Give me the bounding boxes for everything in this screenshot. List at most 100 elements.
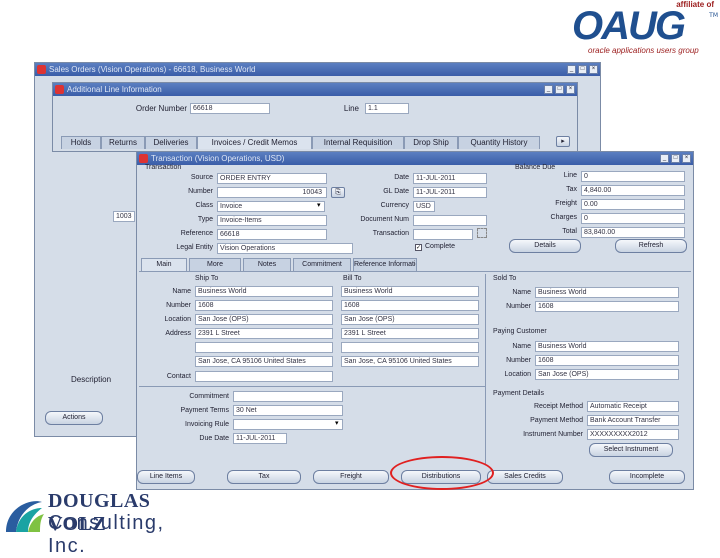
currency-field[interactable]: USD bbox=[413, 201, 435, 212]
due-date-field[interactable]: 11-JUL-2011 bbox=[233, 433, 287, 444]
bill-address-field[interactable]: 2391 L Street bbox=[341, 328, 479, 339]
tab-invoices-credit-memos[interactable]: Invoices / Credit Memos bbox=[197, 136, 312, 149]
legal-entity-field[interactable]: Vision Operations bbox=[217, 243, 353, 254]
complete-label: Complete bbox=[425, 243, 455, 250]
field-context-bracket bbox=[477, 228, 487, 238]
ship-name-field[interactable]: Business World bbox=[195, 286, 333, 297]
sold-number-field[interactable]: 1608 bbox=[535, 301, 679, 312]
payment-method-field[interactable]: Bank Account Transfer bbox=[587, 415, 679, 426]
line-field[interactable]: 1.1 bbox=[365, 103, 409, 114]
tab-internal-requisition[interactable]: Internal Requisition bbox=[312, 136, 404, 149]
minimize-icon[interactable]: _ bbox=[660, 154, 669, 163]
paying-number-field[interactable]: 1608 bbox=[535, 355, 679, 366]
sold-name-field[interactable]: Business World bbox=[535, 287, 679, 298]
bill-name-field[interactable]: Business World bbox=[341, 286, 479, 297]
freight-button[interactable]: Freight bbox=[313, 470, 389, 484]
transaction-field[interactable] bbox=[413, 229, 473, 240]
order-number-label: Order Number bbox=[135, 104, 187, 113]
ship-contact-field[interactable] bbox=[195, 371, 333, 382]
instrument-number-field[interactable]: XXXXXXXXX2012 bbox=[587, 429, 679, 440]
reference-field[interactable]: 66618 bbox=[217, 229, 327, 240]
close-icon[interactable]: × bbox=[682, 154, 691, 163]
sales-credits-button[interactable]: Sales Credits bbox=[487, 470, 563, 484]
maximize-icon[interactable]: □ bbox=[555, 85, 564, 94]
chevron-down-icon[interactable]: ▾ bbox=[335, 419, 339, 427]
tab-drop-ship[interactable]: Drop Ship bbox=[404, 136, 458, 149]
ship-location-field[interactable]: San Jose (OPS) bbox=[195, 314, 333, 325]
order-row-field[interactable]: 1003 bbox=[113, 211, 135, 222]
incomplete-button[interactable]: Incomplete bbox=[609, 470, 685, 484]
paying-customer-heading: Paying Customer bbox=[493, 328, 547, 335]
type-label: Type bbox=[197, 216, 213, 223]
order-number-field[interactable]: 66618 bbox=[190, 103, 270, 114]
sales-orders-titlebar: Sales Orders (Vision Operations) - 66618… bbox=[35, 63, 600, 76]
ship-to-heading: Ship To bbox=[195, 275, 219, 282]
invoicing-rule-select[interactable] bbox=[233, 419, 343, 430]
line-info-title: Additional Line Information bbox=[67, 85, 162, 94]
source-label: Source bbox=[190, 174, 213, 181]
details-button[interactable]: Details bbox=[509, 239, 581, 253]
chevron-down-icon[interactable]: ▾ bbox=[317, 201, 321, 209]
additional-line-info-window: Additional Line Information _ □ × Order … bbox=[52, 82, 578, 152]
ship-city-field[interactable]: San Jose, CA 95106 United States bbox=[195, 356, 333, 367]
close-icon[interactable]: × bbox=[589, 65, 598, 74]
complete-checkbox[interactable]: ✓ bbox=[415, 244, 422, 251]
tab-returns[interactable]: Returns bbox=[101, 136, 145, 149]
bill-location-field[interactable]: San Jose (OPS) bbox=[341, 314, 479, 325]
date-field[interactable]: 11-JUL-2011 bbox=[413, 173, 487, 184]
ship-address2-field[interactable] bbox=[195, 342, 333, 353]
class-label: Class bbox=[195, 202, 213, 209]
tab-quantity-history[interactable]: Quantity History bbox=[458, 136, 540, 149]
oaug-tm: TM bbox=[709, 12, 718, 19]
receipt-method-field[interactable]: Automatic Receipt bbox=[587, 401, 679, 412]
ship-number-label: Number bbox=[166, 302, 191, 309]
subtab-reference-information[interactable]: Reference Information bbox=[353, 258, 417, 271]
highlight-circle bbox=[390, 456, 494, 490]
subtab-commitment[interactable]: Commitment bbox=[293, 258, 351, 271]
tab-holds[interactable]: Holds bbox=[61, 136, 101, 149]
ship-address-field[interactable]: 2391 L Street bbox=[195, 328, 333, 339]
transaction-section-heading: Transaction bbox=[145, 164, 182, 171]
maximize-icon[interactable]: □ bbox=[578, 65, 587, 74]
refresh-button[interactable]: Refresh bbox=[615, 239, 687, 253]
ship-number-field[interactable]: 1608 bbox=[195, 300, 333, 311]
select-instrument-button[interactable]: Select Instrument bbox=[589, 443, 673, 457]
subtab-notes[interactable]: Notes bbox=[243, 258, 291, 271]
sold-to-heading: Sold To bbox=[493, 275, 517, 282]
bill-address2-field[interactable] bbox=[341, 342, 479, 353]
balance-due-section-heading: Balance Due bbox=[515, 164, 556, 171]
douglas-volz-logo: DOUGLAS VOLZ Consulting, Inc. bbox=[0, 490, 200, 557]
class-select[interactable]: Invoice bbox=[217, 201, 325, 212]
subtab-main[interactable]: Main bbox=[141, 258, 187, 271]
payment-terms-field[interactable]: 30 Net bbox=[233, 405, 343, 416]
tax-button[interactable]: Tax bbox=[227, 470, 301, 484]
transaction-label: Transaction bbox=[372, 230, 409, 237]
maximize-icon[interactable]: □ bbox=[671, 154, 680, 163]
subtab-underline bbox=[139, 271, 691, 272]
number-lov-icon[interactable]: ⎘ bbox=[331, 187, 345, 198]
type-field[interactable]: Invoice-Items bbox=[217, 215, 327, 226]
actions-button[interactable]: Actions bbox=[45, 411, 103, 425]
document-num-field[interactable] bbox=[413, 215, 487, 226]
subtab-more[interactable]: More bbox=[189, 258, 241, 271]
number-field[interactable]: 10043 bbox=[217, 187, 327, 198]
paying-name-field[interactable]: Business World bbox=[535, 341, 679, 352]
bill-number-field[interactable]: 1608 bbox=[341, 300, 479, 311]
source-field[interactable]: ORDER ENTRY bbox=[217, 173, 327, 184]
tab-deliveries[interactable]: Deliveries bbox=[145, 136, 197, 149]
minimize-icon[interactable]: _ bbox=[567, 65, 576, 74]
oracle-app-icon bbox=[37, 65, 46, 74]
minimize-icon[interactable]: _ bbox=[544, 85, 553, 94]
line-items-button[interactable]: Line Items bbox=[137, 470, 195, 484]
paying-location-field[interactable]: San Jose (OPS) bbox=[535, 369, 679, 380]
gl-date-field[interactable]: 11-JUL-2011 bbox=[413, 187, 487, 198]
line-info-titlebar: Additional Line Information _ □ × bbox=[53, 83, 577, 96]
paying-name-label: Name bbox=[512, 343, 531, 350]
close-icon[interactable]: × bbox=[566, 85, 575, 94]
commitment-field[interactable] bbox=[233, 391, 343, 402]
tab-scroll-right-icon[interactable]: ▸ bbox=[556, 136, 570, 147]
balance-tax-label: Tax bbox=[566, 186, 577, 193]
instrument-number-label: Instrument Number bbox=[523, 431, 583, 438]
reference-label: Reference bbox=[180, 230, 213, 237]
bill-city-field[interactable]: San Jose, CA 95106 United States bbox=[341, 356, 479, 367]
